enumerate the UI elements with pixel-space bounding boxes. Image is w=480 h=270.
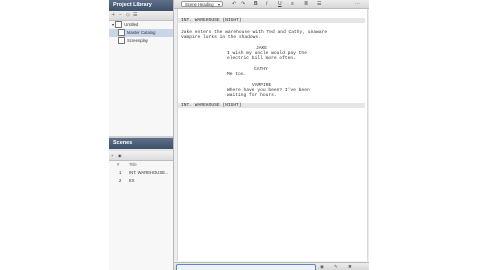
- tag-icon[interactable]: ◇: [126, 13, 130, 18]
- character-cathy[interactable]: CATHY: [254, 67, 268, 72]
- align-center-icon[interactable]: ≣: [304, 0, 308, 8]
- element-type-value: Scene Heading: [185, 2, 214, 7]
- menu-icon[interactable]: ☰: [133, 13, 137, 18]
- tree-item-untitled[interactable]: ▾ Untitled: [112, 21, 173, 29]
- tree-item-label: Screenplay: [127, 38, 148, 43]
- scenes-header: + ◉: [109, 151, 173, 161]
- add-icon[interactable]: +: [112, 13, 115, 18]
- scenes-view-icon[interactable]: ◉: [118, 151, 122, 160]
- catalog-icon: [118, 29, 125, 37]
- scenes-column-header: # Title: [109, 161, 173, 169]
- align-right-icon[interactable]: ☰: [317, 0, 321, 8]
- scene-heading-2[interactable]: INT. WAREHOUSE (NIGHT): [181, 103, 242, 108]
- screenplay-app-window: Project Library + − ◇ ☰ ▾ Untitled Maste…: [109, 0, 369, 270]
- edit-icon[interactable]: ✎: [334, 264, 338, 270]
- close-icon[interactable]: ✖: [348, 264, 352, 270]
- dialogue-jake-2[interactable]: electric bill more often.: [227, 56, 296, 61]
- column-number: #: [117, 162, 120, 167]
- scene-row[interactable]: 1 INT. WAREHOUSE...: [109, 169, 173, 177]
- disclosure-triangle-icon[interactable]: ▾: [112, 22, 114, 27]
- tree-item-master-catalog[interactable]: Master Catalog: [109, 29, 173, 37]
- scene-title: EX: [129, 178, 135, 183]
- remove-icon[interactable]: −: [119, 13, 122, 18]
- undo-icon[interactable]: ↶: [232, 0, 236, 8]
- project-icon: [115, 21, 123, 29]
- scenes-add-icon[interactable]: +: [111, 151, 113, 160]
- column-title[interactable]: Title: [129, 161, 137, 169]
- scene-heading-1[interactable]: INT. WAREHOUSE (NIGHT): [181, 18, 242, 23]
- scene-row[interactable]: 2 EX: [109, 177, 173, 185]
- bold-icon[interactable]: B: [254, 0, 258, 8]
- scenes-title: Scenes: [109, 138, 173, 149]
- align-left-icon[interactable]: ≡: [291, 0, 294, 8]
- tree-item-label: Master Catalog: [127, 30, 156, 35]
- dialogue-cathy[interactable]: Me too.: [227, 72, 246, 77]
- tree-item-label: Untitled: [124, 22, 139, 27]
- project-library-title: Project Library: [109, 0, 173, 11]
- left-sidebar: Project Library + − ◇ ☰ ▾ Untitled Maste…: [109, 0, 174, 270]
- scene-number: 2: [119, 178, 122, 183]
- script-page[interactable]: [177, 9, 368, 261]
- underline-icon[interactable]: U: [278, 0, 282, 8]
- chevron-down-icon: ▾: [217, 2, 220, 7]
- scene-title: INT. WAREHOUSE...: [129, 170, 169, 175]
- element-type-select[interactable]: Scene Heading ▾: [181, 1, 223, 7]
- bottom-status-bar: ◉ ✎ ✖: [174, 262, 369, 270]
- tree-item-screenplay[interactable]: Screenplay: [118, 37, 173, 45]
- screenplay-icon: [118, 37, 125, 45]
- more-icon[interactable]: ⋯: [355, 0, 360, 8]
- action-line-2[interactable]: vampire lurks in the shadows.: [181, 35, 261, 40]
- project-library-toolbar: + − ◇ ☰: [109, 11, 173, 21]
- target-icon[interactable]: ◉: [320, 264, 324, 270]
- format-toolbar: Scene Heading ▾ ↶ ↷ B I U ≡ ≣ ☰ ⋯: [174, 0, 369, 9]
- dialogue-vampire-2[interactable]: waiting for hours.: [227, 93, 277, 98]
- redo-icon[interactable]: ↷: [241, 0, 245, 8]
- status-field[interactable]: [176, 264, 316, 270]
- scene-number: 1: [119, 170, 122, 175]
- italic-icon[interactable]: I: [266, 0, 267, 8]
